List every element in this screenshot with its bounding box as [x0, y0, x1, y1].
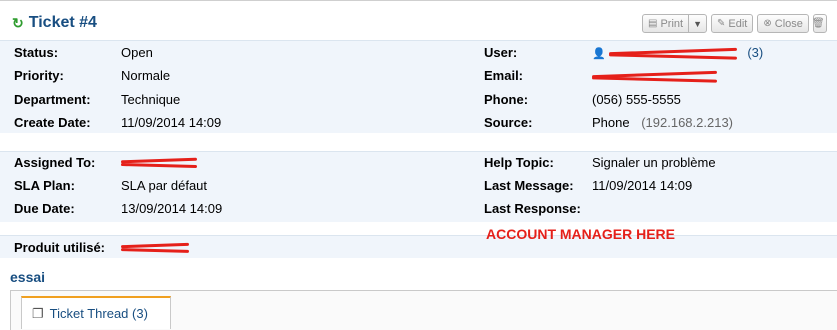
user-ticket-count[interactable]: (3) — [747, 45, 763, 60]
last-message-value: 11/09/2014 14:09 — [592, 178, 693, 193]
phone-value: (056) 555-5555 — [592, 92, 681, 107]
email-value — [592, 68, 717, 83]
delete-button[interactable]: 🗑 — [812, 14, 827, 33]
help-topic-value: Signaler un problème — [592, 155, 716, 170]
last-message-label: Last Message: — [484, 178, 574, 193]
sla-plan-value: SLA par défaut — [121, 178, 208, 193]
redacted-scribble — [121, 242, 189, 254]
print-button[interactable]: ▤ Print ▼ — [642, 14, 707, 33]
department-value: Technique — [121, 92, 181, 107]
user-label: User: — [484, 45, 518, 60]
ticket-title-text[interactable]: Ticket #4 — [29, 14, 97, 32]
thread-icon: ❐ — [32, 305, 44, 321]
due-date-label: Due Date: — [14, 201, 75, 216]
assigned-to-value — [121, 154, 197, 169]
create-date-label: Create Date: — [14, 115, 91, 130]
sla-plan-label: SLA Plan: — [14, 178, 75, 193]
ticket-title[interactable]: ↻ Ticket #4 — [12, 14, 97, 32]
last-response-label: Last Response: — [484, 201, 581, 216]
edit-icon: ✎ — [717, 18, 726, 29]
custom-fields-panel: Produit utilisé: — [0, 235, 837, 258]
priority-label: Priority: — [14, 68, 64, 83]
produit-label: Produit utilisé: — [14, 240, 105, 255]
source-label: Source: — [484, 115, 533, 130]
ticket-toolbar: ▤ Print ▼ ✎ Edit ⊗ Close 🗑 — [642, 14, 827, 33]
annotation-text: ACCOUNT MANAGER HERE — [486, 226, 675, 242]
print-icon: ▤ — [648, 18, 658, 29]
close-button[interactable]: ⊗ Close — [757, 14, 809, 33]
due-date-value: 13/09/2014 14:09 — [121, 201, 223, 216]
status-value: Open — [121, 45, 153, 60]
phone-label: Phone: — [484, 92, 529, 107]
help-topic-label: Help Topic: — [484, 155, 554, 170]
redacted-scribble — [121, 157, 197, 169]
priority-value: Normale — [121, 68, 171, 83]
user-value[interactable]: 👤 (3) — [592, 45, 763, 60]
ticket-info-panel: Status: Open Priority: Normale Departmen… — [0, 40, 837, 133]
source-ip: (192.168.2.213) — [641, 115, 734, 130]
close-icon: ⊗ — [763, 18, 772, 29]
top-border — [0, 0, 837, 1]
edit-button[interactable]: ✎ Edit — [711, 14, 754, 33]
user-icon: 👤 — [592, 48, 606, 60]
trash-icon: 🗑 — [812, 18, 825, 29]
redacted-scribble — [609, 48, 737, 60]
email-label: Email: — [484, 68, 524, 83]
chevron-down-icon[interactable]: ▼ — [689, 19, 706, 29]
tab-ticket-thread-label: Ticket Thread (3) — [49, 306, 148, 321]
refresh-icon[interactable]: ↻ — [12, 15, 24, 32]
tab-ticket-thread[interactable]: ❐ Ticket Thread (3) — [21, 296, 171, 329]
department-label: Department: — [14, 92, 91, 107]
create-date-value: 11/09/2014 14:09 — [121, 115, 222, 130]
assigned-to-label: Assigned To: — [14, 155, 96, 170]
redacted-scribble — [592, 71, 717, 83]
assignment-panel: Assigned To: SLA Plan: SLA par défaut Du… — [0, 151, 837, 222]
ticket-subject: essai — [10, 269, 46, 285]
status-label: Status: — [14, 45, 59, 60]
source-value: Phone (192.168.2.213) — [592, 115, 734, 130]
produit-value — [121, 239, 189, 254]
